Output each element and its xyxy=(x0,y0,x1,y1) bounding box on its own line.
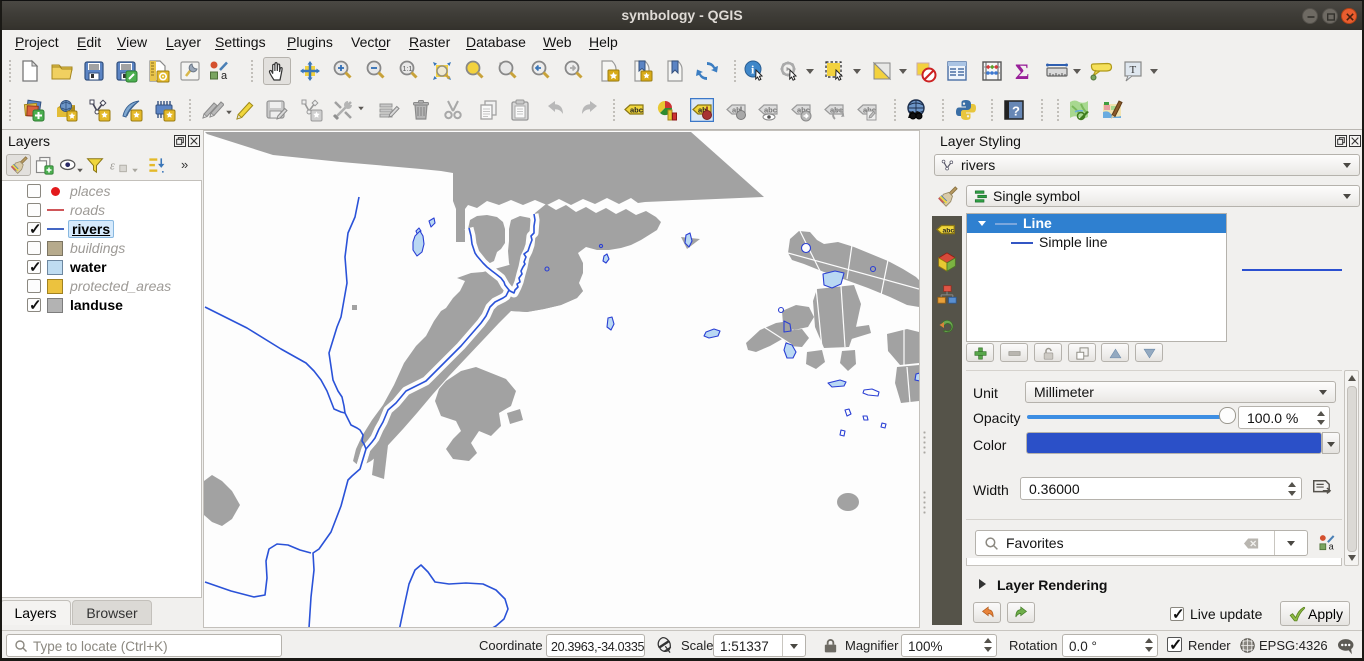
svg-text:abc: abc xyxy=(942,227,954,234)
svg-text:Σ: Σ xyxy=(1015,59,1029,83)
svg-text:1:1: 1:1 xyxy=(403,66,413,73)
svg-text:T: T xyxy=(1130,64,1137,76)
svg-text:ε: ε xyxy=(110,158,115,172)
svg-text:a: a xyxy=(221,70,228,82)
svg-text:abc: abc xyxy=(630,106,643,115)
svg-text:a: a xyxy=(1329,542,1335,552)
svg-text:abc: abc xyxy=(764,106,777,115)
svg-text:?: ? xyxy=(1012,104,1020,119)
